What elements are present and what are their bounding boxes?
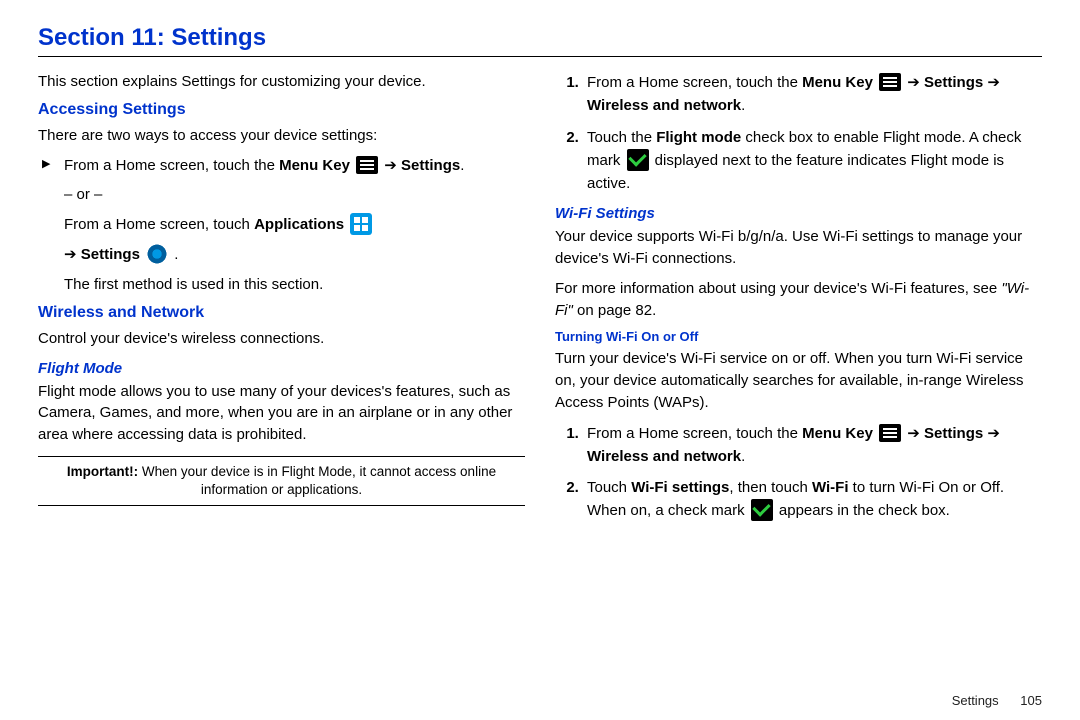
- text: displayed next to the feature indicates …: [587, 152, 1004, 192]
- access-method-1: From a Home screen, touch the Menu Key ➔…: [38, 155, 525, 177]
- wireless-network-heading: Wireless and Network: [38, 304, 525, 322]
- accessing-lead: There are two ways to access your device…: [38, 125, 525, 147]
- text: Touch: [587, 479, 631, 496]
- apps-icon: [350, 213, 372, 235]
- settings-label: Settings: [924, 74, 983, 91]
- step-1: From a Home screen, touch the Menu Key ➔…: [583, 71, 1042, 118]
- or-divider: – or –: [38, 184, 525, 206]
- step-1: From a Home screen, touch the Menu Key ➔…: [583, 422, 1042, 469]
- text: From a Home screen, touch the: [64, 157, 279, 174]
- menu-key-icon: [879, 424, 901, 442]
- arrow-icon: ➔: [384, 157, 397, 174]
- menu-key-label: Menu Key: [802, 425, 873, 442]
- two-column-layout: This section explains Settings for custo…: [38, 71, 1042, 687]
- important-text: When your device is in Flight Mode, it c…: [138, 464, 496, 497]
- checkmark-icon: [627, 149, 649, 171]
- wifi-body: Your device supports Wi-Fi b/g/n/a. Use …: [555, 226, 1042, 270]
- text: .: [741, 97, 745, 114]
- flight-mode-heading: Flight Mode: [38, 360, 525, 377]
- text: .: [460, 157, 464, 174]
- arrow-icon: ➔: [64, 246, 77, 263]
- arrow-icon: ➔: [987, 74, 1000, 91]
- flight-mode-body: Flight mode allows you to use many of yo…: [38, 381, 525, 446]
- wifi-settings-label: Wi-Fi settings: [631, 479, 729, 496]
- left-column: This section explains Settings for custo…: [38, 71, 525, 687]
- manual-page: Section 11: Settings This section explai…: [0, 0, 1080, 720]
- arrow-icon: ➔: [907, 425, 920, 442]
- wifi-more-info: For more information about using your de…: [555, 278, 1042, 322]
- right-column: From a Home screen, touch the Menu Key ➔…: [555, 71, 1042, 687]
- access-method-2a: From a Home screen, touch Applications: [38, 214, 525, 236]
- settings-label: Settings: [924, 425, 983, 442]
- settings-label: Settings: [81, 246, 140, 263]
- menu-key-icon: [356, 156, 378, 174]
- access-method-2b: ➔ Settings .: [38, 244, 525, 266]
- text: , then touch: [729, 479, 812, 496]
- intro-text: This section explains Settings for custo…: [38, 71, 525, 93]
- wifi-label: Wi-Fi: [812, 479, 849, 496]
- text: From a Home screen, touch the: [587, 425, 802, 442]
- text: Touch the: [587, 129, 656, 146]
- wireless-network-label: Wireless and network: [587, 448, 741, 465]
- text: .: [741, 448, 745, 465]
- checkmark-icon: [751, 499, 773, 521]
- text: For more information about using your de…: [555, 280, 1001, 297]
- turning-wifi-steps: From a Home screen, touch the Menu Key ➔…: [555, 422, 1042, 523]
- applications-label: Applications: [254, 216, 344, 233]
- accessing-note: The first method is used in this section…: [38, 274, 525, 296]
- arrow-icon: ➔: [907, 74, 920, 91]
- menu-key-label: Menu Key: [279, 157, 350, 174]
- settings-label: Settings: [401, 157, 460, 174]
- footer-section-label: Settings: [952, 693, 999, 708]
- accessing-settings-heading: Accessing Settings: [38, 101, 525, 119]
- wifi-settings-heading: Wi-Fi Settings: [555, 205, 1042, 222]
- flight-mode-label: Flight mode: [656, 129, 741, 146]
- menu-key-label: Menu Key: [802, 74, 873, 91]
- turning-wifi-body: Turn your device's Wi-Fi service on or o…: [555, 348, 1042, 413]
- text: From a Home screen, touch the: [587, 74, 802, 91]
- important-label: Important!:: [67, 464, 138, 479]
- text: .: [170, 246, 178, 263]
- wireless-network-label: Wireless and network: [587, 97, 741, 114]
- text: appears in the check box.: [779, 502, 950, 519]
- important-note: Important!: When your device is in Fligh…: [38, 456, 525, 506]
- settings-gear-icon: [146, 243, 168, 265]
- section-title: Section 11: Settings: [38, 24, 1042, 52]
- arrow-icon: ➔: [987, 425, 1000, 442]
- turning-wifi-heading: Turning Wi-Fi On or Off: [555, 329, 1042, 344]
- step-2: Touch the Flight mode check box to enabl…: [583, 126, 1042, 196]
- page-footer: Settings 105: [38, 687, 1042, 708]
- text: on page 82.: [573, 302, 656, 319]
- step-2: Touch Wi-Fi settings, then touch Wi-Fi t…: [583, 476, 1042, 523]
- wireless-lead: Control your device's wireless connectio…: [38, 328, 525, 350]
- flight-mode-steps: From a Home screen, touch the Menu Key ➔…: [555, 71, 1042, 195]
- text: From a Home screen, touch: [64, 216, 254, 233]
- title-rule: [38, 56, 1042, 57]
- menu-key-icon: [879, 73, 901, 91]
- page-number: 105: [1020, 693, 1042, 708]
